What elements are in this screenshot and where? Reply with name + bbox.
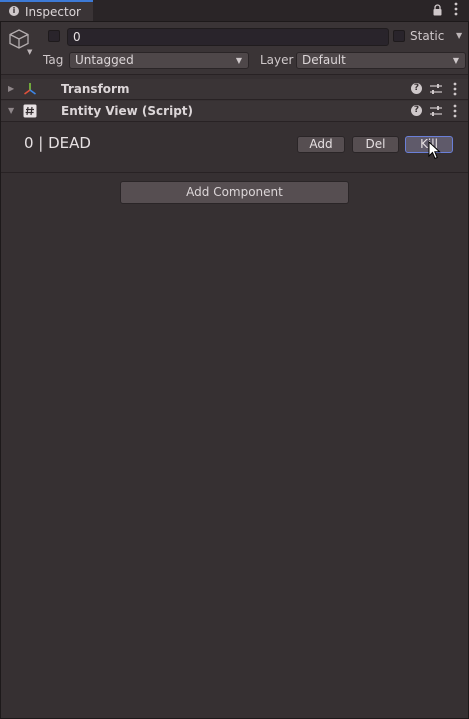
component-title: Transform	[61, 82, 130, 96]
mouse-cursor-icon	[428, 141, 441, 160]
static-dropdown-arrow-icon[interactable]: ▼	[456, 31, 462, 40]
tab-inspector[interactable]: i Inspector	[0, 0, 93, 21]
static-label: Static	[410, 29, 445, 43]
component-header-transform[interactable]: ▶ Transform ?	[1, 79, 468, 100]
object-name-field[interactable]: 0	[67, 28, 389, 46]
tag-dropdown[interactable]: Untagged ▼	[69, 52, 249, 69]
presets-sliders-icon[interactable]	[429, 83, 443, 95]
tag-value: Untagged	[75, 53, 134, 67]
active-checkbox[interactable]	[48, 30, 60, 42]
presets-sliders-icon[interactable]	[429, 105, 443, 117]
layer-dropdown[interactable]: Default ▼	[296, 52, 466, 69]
del-button[interactable]: Del	[352, 136, 399, 153]
chevron-down-icon: ▼	[452, 56, 459, 65]
transform-axes-icon	[24, 83, 36, 95]
tag-label: Tag	[43, 53, 64, 67]
entity-status-text: 0 | DEAD	[24, 134, 91, 152]
component-menu-icon[interactable]	[453, 104, 457, 118]
info-icon: i	[9, 6, 19, 16]
chevron-down-icon: ▼	[235, 56, 242, 65]
component-title: Entity View (Script)	[61, 104, 193, 118]
foldout-expanded-icon[interactable]: ▼	[8, 106, 14, 115]
tab-bar: i Inspector	[0, 0, 469, 22]
layer-value: Default	[302, 53, 346, 67]
component-menu-icon[interactable]	[453, 82, 457, 96]
add-component-button[interactable]: Add Component	[120, 181, 349, 204]
icon-dropdown-arrow-icon[interactable]: ▼	[27, 48, 32, 56]
tab-inspector-label: Inspector	[25, 5, 81, 19]
static-checkbox[interactable]	[393, 30, 405, 42]
entity-view-body: 0 | DEAD Add Del Kill	[1, 122, 468, 173]
help-icon[interactable]: ?	[411, 83, 422, 94]
foldout-collapsed-icon[interactable]: ▶	[8, 84, 14, 93]
gameobject-cube-icon[interactable]	[8, 28, 30, 50]
script-hash-icon	[23, 104, 37, 118]
lock-icon[interactable]	[433, 4, 442, 16]
help-icon[interactable]: ?	[411, 105, 422, 116]
add-button[interactable]: Add	[297, 136, 345, 153]
component-header-entity-view[interactable]: ▼ Entity View (Script) ?	[1, 101, 468, 122]
gameobject-header: ▼ 0 Static ▼ Tag Untagged ▼ Layer Defaul…	[1, 22, 468, 75]
layer-label: Layer	[260, 53, 294, 67]
tab-menu-icon[interactable]	[454, 2, 458, 16]
